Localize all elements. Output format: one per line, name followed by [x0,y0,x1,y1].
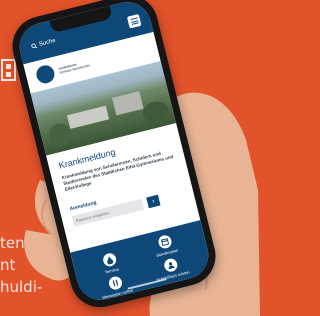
login-submit-button[interactable]: › [146,194,161,209]
logo-emblem-icon [34,63,57,86]
calendar-icon [156,234,173,250]
search-label: Suche [38,37,57,48]
search-button[interactable]: Suche [31,37,57,50]
food-icon [107,275,123,292]
drop-icon [101,252,118,268]
search-icon [31,43,38,49]
menu-button[interactable] [126,13,142,29]
user-icon [162,257,179,274]
